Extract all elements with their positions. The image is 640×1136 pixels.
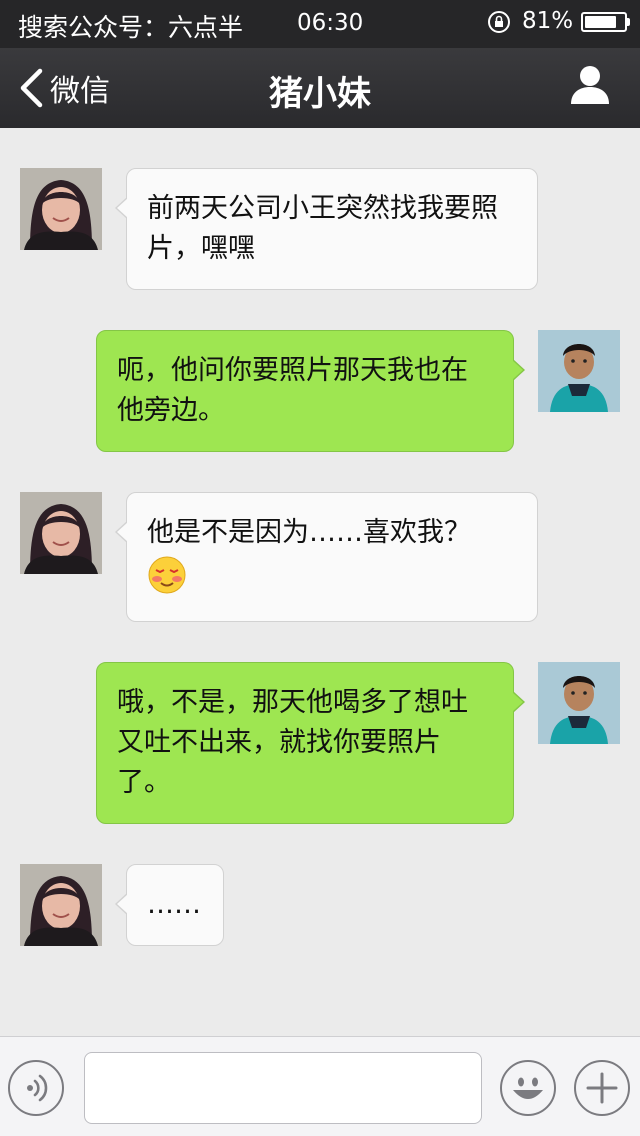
message-text: 他是不是因为……喜欢我？ [147, 517, 471, 548]
emoji-button[interactable] [500, 1060, 556, 1116]
avatar-self[interactable] [538, 662, 620, 744]
battery-icon [581, 12, 627, 32]
self-avatar-image [538, 662, 620, 744]
message-bubble-incoming[interactable]: 前两天公司小王突然找我要照片，嘿嘿 [115, 168, 538, 290]
message-text: 呃，他问你要照片那天我也在他旁边。 [117, 355, 468, 426]
chat-title: 猪小妹 [269, 74, 371, 114]
battery-percent: 81% [522, 8, 574, 34]
voice-button[interactable] [8, 1060, 64, 1116]
message-bubble-outgoing[interactable]: 哦，不是，那天他喝多了想吐又吐不出来，就找你要照片了。 [96, 662, 525, 824]
blushing-face-emoji [148, 556, 186, 594]
contact-avatar-image [20, 864, 102, 946]
battery-level [585, 16, 616, 28]
orientation-lock-icon [488, 11, 510, 33]
message-bubble-outgoing[interactable]: 呃，他问你要照片那天我也在他旁边。 [96, 330, 525, 452]
avatar-self[interactable] [538, 330, 620, 412]
input-bar [0, 1036, 640, 1136]
nav-bar: 微信 猪小妹 [0, 48, 640, 128]
smiley-icon [513, 1077, 543, 1099]
plus-button[interactable] [574, 1060, 630, 1116]
message-input[interactable] [84, 1052, 482, 1124]
message-bubble-incoming[interactable]: 他是不是因为……喜欢我？ [115, 492, 538, 622]
contact-avatar-image [20, 492, 102, 574]
self-avatar-image [538, 330, 620, 412]
message-text: …… [147, 889, 201, 920]
carrier-text: 搜索公众号：六点半 [18, 13, 244, 42]
status-bar: 搜索公众号：六点半 06:30 81% [0, 0, 640, 48]
voice-icon [27, 1074, 48, 1102]
person-icon[interactable] [568, 62, 612, 106]
avatar-contact[interactable] [20, 168, 102, 250]
message-text: 哦，不是，那天他喝多了想吐又吐不出来，就找你要照片了。 [117, 687, 468, 798]
battery-tip [627, 18, 630, 26]
contact-avatar-image [20, 168, 102, 250]
plus-icon [586, 1072, 618, 1104]
message-list: 前两天公司小王突然找我要照片，嘿嘿 呃，他问你要照片那天我也在他旁边。 他是不是… [0, 128, 640, 1036]
avatar-contact[interactable] [20, 492, 102, 574]
avatar-contact[interactable] [20, 864, 102, 946]
message-text: 前两天公司小王突然找我要照片，嘿嘿 [147, 193, 498, 264]
status-time: 06:30 [297, 10, 364, 36]
message-bubble-incoming[interactable]: …… [115, 864, 224, 946]
